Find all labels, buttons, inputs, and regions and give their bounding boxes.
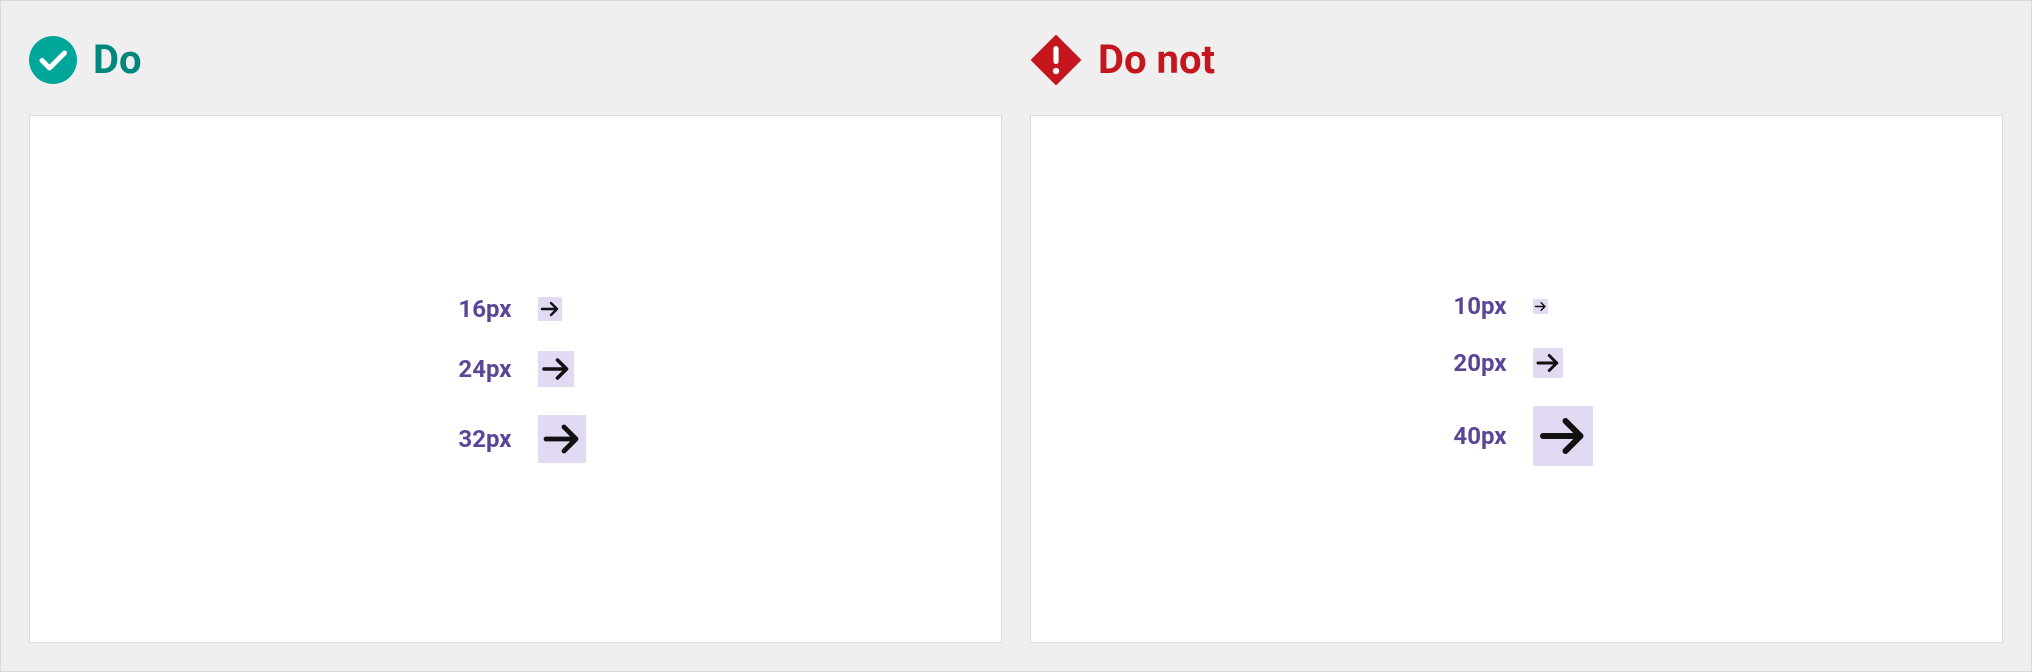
arrow-right-icon xyxy=(538,351,574,387)
size-label: 10px xyxy=(1441,292,1507,320)
size-row: 32px xyxy=(446,415,586,463)
size-label: 24px xyxy=(446,355,512,383)
arrow-right-icon xyxy=(538,415,586,463)
size-row: 40px xyxy=(1441,406,1593,466)
donot-column: Do not 10px 20px 40px xyxy=(1030,29,2003,643)
size-row: 24px xyxy=(446,351,574,387)
do-size-list: 16px 24px 32px xyxy=(446,295,586,463)
size-label: 32px xyxy=(446,425,512,453)
check-circle-icon xyxy=(29,36,77,84)
donot-panel: 10px 20px 40px xyxy=(1030,115,2003,643)
guidance-container: Do 16px 24px 32px xyxy=(0,0,2032,672)
size-label: 16px xyxy=(446,295,512,323)
do-title: Do xyxy=(93,40,142,80)
size-row: 10px xyxy=(1441,292,1548,320)
size-label: 40px xyxy=(1441,422,1507,450)
arrow-right-icon xyxy=(1533,348,1563,378)
size-row: 16px xyxy=(446,295,562,323)
alert-diamond-icon xyxy=(1030,34,1082,86)
donot-header: Do not xyxy=(1030,29,2003,91)
donot-title: Do not xyxy=(1098,40,1215,80)
size-label: 20px xyxy=(1441,349,1507,377)
size-row: 20px xyxy=(1441,348,1563,378)
donot-size-list: 10px 20px 40px xyxy=(1441,292,1593,466)
do-column: Do 16px 24px 32px xyxy=(29,29,1002,643)
do-header: Do xyxy=(29,29,1002,91)
arrow-right-icon xyxy=(1533,299,1548,314)
do-panel: 16px 24px 32px xyxy=(29,115,1002,643)
arrow-right-icon xyxy=(538,297,562,321)
arrow-right-icon xyxy=(1533,406,1593,466)
